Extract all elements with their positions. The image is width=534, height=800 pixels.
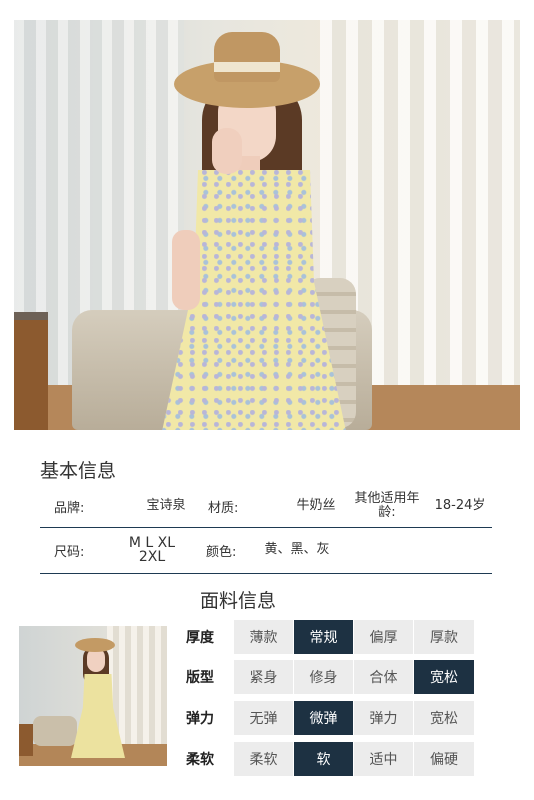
spec-row-thickness: 厚度 薄款 常规 偏厚 厚款: [186, 620, 474, 654]
spec-label: 弹力: [186, 711, 214, 727]
spec-option-selected: 宽松: [414, 660, 474, 694]
basic-info-row-1: 品牌: 宝诗泉 材质: 牛奶丝 其他适用年龄: 18-24岁: [40, 488, 492, 524]
color-value: 黄、黑、灰: [264, 542, 330, 557]
straw-hat-band: [214, 62, 280, 72]
spec-option: 厚款: [414, 620, 474, 654]
spec-option: 紧身: [234, 660, 294, 694]
divider-1: [40, 527, 492, 528]
spec-option: 修身: [294, 660, 354, 694]
color-label: 颜色:: [206, 544, 237, 560]
basic-info-row-2: 尺码: M L XL 2XL 颜色: 黄、黑、灰: [40, 532, 492, 568]
product-photo: [14, 20, 520, 430]
fabric-info-title: 面料信息: [200, 590, 277, 612]
product-thumbnail: [19, 626, 167, 766]
spec-option-selected: 常规: [294, 620, 354, 654]
age-value: 18-24岁: [434, 498, 486, 513]
thumb-chair: [33, 716, 77, 746]
spec-option-selected: 微弹: [294, 701, 354, 735]
age-label: 其他适用年龄:: [354, 491, 420, 520]
spec-row-fit: 版型 紧身 修身 合体 宽松: [186, 660, 474, 694]
material-label: 材质:: [208, 500, 239, 516]
material-value: 牛奶丝: [296, 498, 336, 513]
spec-option: 偏硬: [414, 742, 474, 776]
spec-label: 柔软: [186, 752, 214, 768]
spec-row-elasticity: 弹力 无弹 微弹 弹力 宽松: [186, 701, 474, 735]
basic-info-title: 基本信息: [40, 460, 117, 482]
divider-2: [40, 573, 492, 574]
side-table: [14, 320, 48, 430]
spec-option: 宽松: [414, 701, 474, 735]
brand-value: 宝诗泉: [146, 498, 186, 513]
size-value: M L XL 2XL: [128, 535, 176, 565]
spec-option: 柔软: [234, 742, 294, 776]
spec-option: 偏厚: [354, 620, 414, 654]
straw-hat-crown: [214, 32, 280, 82]
brand-label: 品牌:: [54, 500, 85, 516]
thumb-side-table: [19, 724, 33, 756]
spec-option: 薄款: [234, 620, 294, 654]
spec-option: 弹力: [354, 701, 414, 735]
spec-option: 无弹: [234, 701, 294, 735]
spec-label: 版型: [186, 670, 214, 686]
spec-option: 适中: [354, 742, 414, 776]
spec-option-selected: 软: [294, 742, 354, 776]
spec-label: 厚度: [186, 630, 214, 646]
size-label: 尺码:: [54, 544, 85, 560]
model-arm: [172, 230, 200, 310]
spec-option: 合体: [354, 660, 414, 694]
model-hand: [212, 128, 242, 174]
thumb-hat: [75, 638, 115, 652]
spec-row-softness: 柔软 柔软 软 适中 偏硬: [186, 742, 474, 776]
